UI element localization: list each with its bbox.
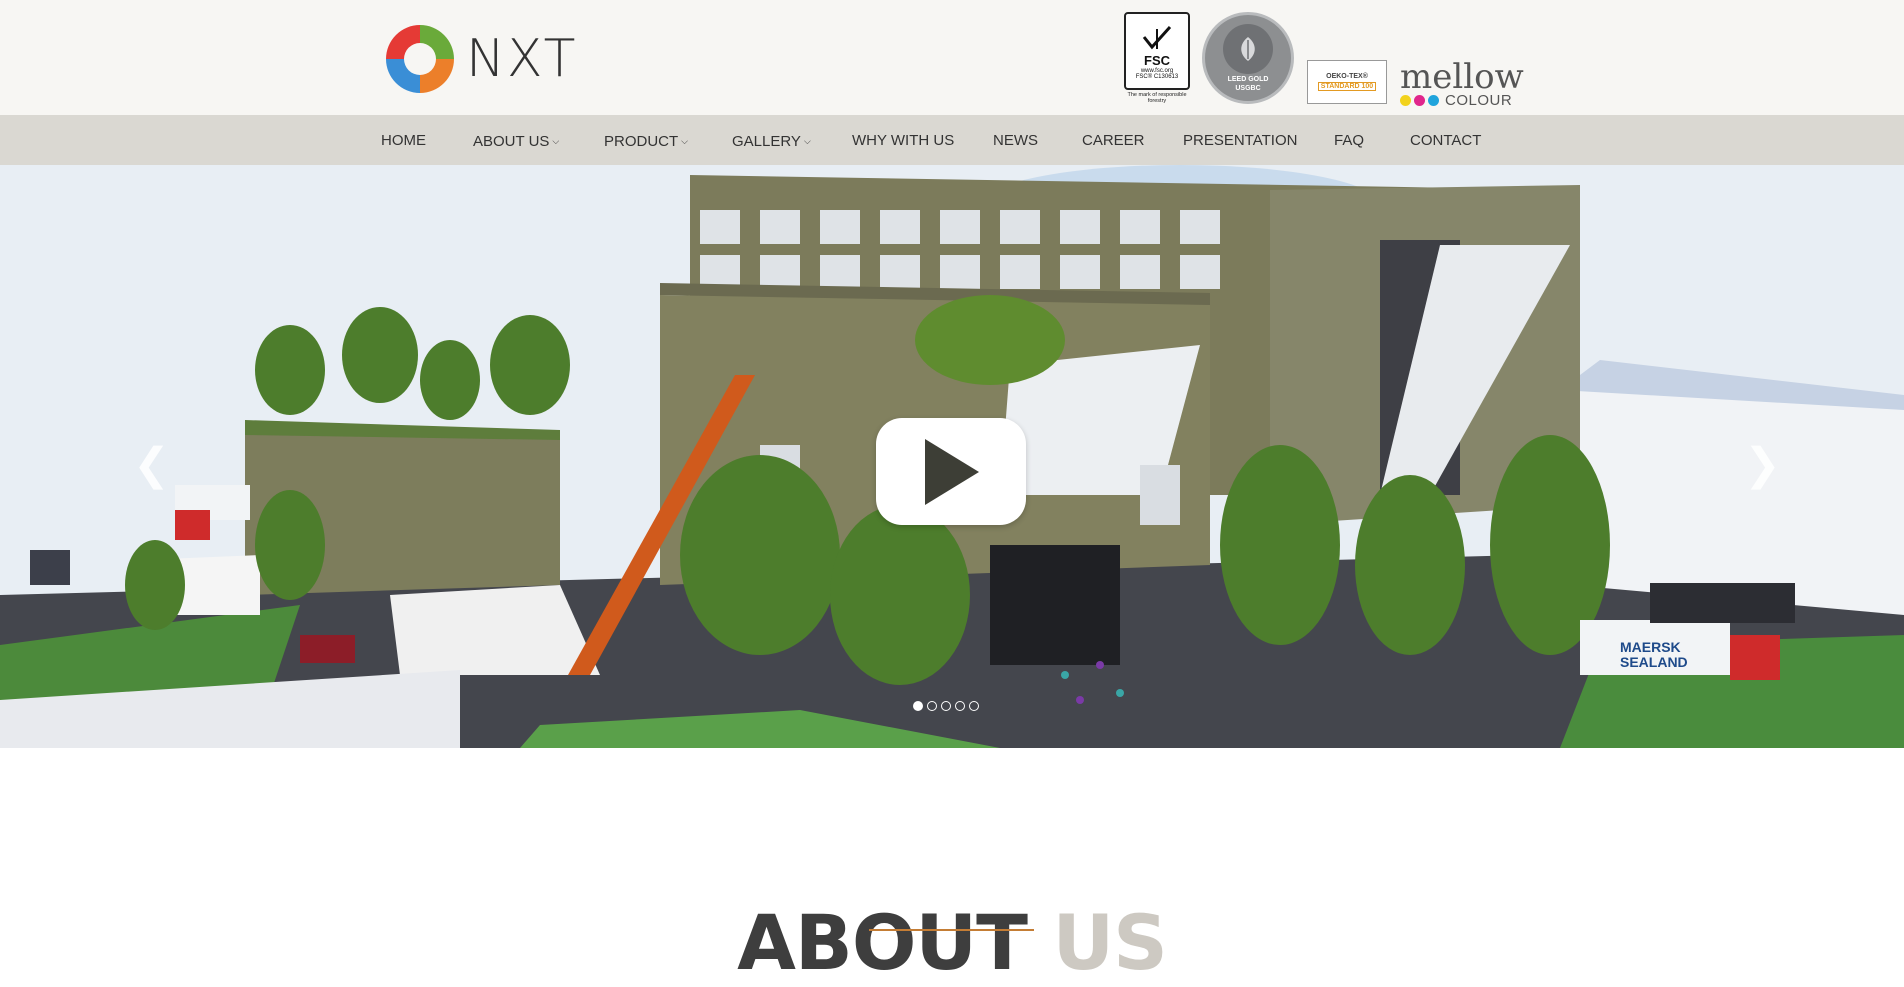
oeko-standard: STANDARD 100	[1317, 82, 1377, 91]
oeko-tex-logo: OEKO-TEX® STANDARD 100	[1307, 60, 1387, 104]
truck-label-sealand: SEALAND	[1620, 654, 1688, 670]
nav-label: PRESENTATION	[1183, 132, 1298, 149]
fsc-logo: FSC www.fsc.org FSC® C130613 The mark of…	[1124, 12, 1190, 106]
nav-item-faq[interactable]: FAQ	[1334, 115, 1364, 165]
logo-mark-icon	[386, 25, 454, 93]
nav-label: GALLERY	[732, 133, 801, 150]
site-header: NXT FSC www.fsc.org FSC® C130613 The mar…	[0, 0, 1904, 115]
leaf-icon	[1241, 37, 1255, 61]
nav-label: CONTACT	[1410, 132, 1482, 149]
next-slide-button[interactable]: ❯	[1744, 443, 1781, 487]
chevron-down-icon: ⌵	[803, 136, 811, 146]
slide-indicator-5[interactable]	[969, 701, 979, 711]
nav-item-career[interactable]: CAREER	[1082, 115, 1145, 165]
nav-item-news[interactable]: NEWS	[993, 115, 1038, 165]
nav-item-presentation[interactable]: PRESENTATION	[1183, 115, 1297, 165]
nav-label: WHY WITH US	[852, 132, 955, 149]
nav-label: FAQ	[1334, 132, 1365, 149]
fsc-code: FSC® C130613	[1135, 73, 1179, 80]
usgbc-logo: LEED GOLD USGBC	[1202, 12, 1294, 104]
brand-logo[interactable]: NXT	[380, 18, 577, 100]
play-video-button[interactable]	[876, 418, 1026, 525]
nav-item-gallery[interactable]: GALLERY ⌵	[732, 115, 811, 165]
slide-indicator-3[interactable]	[941, 701, 951, 711]
cyan-dot-icon	[1428, 95, 1439, 106]
nav-label: ABOUT US	[473, 133, 550, 150]
fsc-caption: The mark of responsible forestry	[1127, 92, 1187, 104]
fsc-label: FSC	[1144, 52, 1170, 68]
magenta-dot-icon	[1414, 95, 1425, 106]
oeko-title: OEKO-TEX®	[1326, 73, 1368, 80]
nav-label: PRODUCT	[604, 133, 679, 150]
nav-item-about-us[interactable]: ABOUT US ⌵	[473, 115, 559, 165]
nav-item-contact[interactable]: CONTACT	[1410, 115, 1481, 165]
brand-name: NXT	[466, 29, 578, 89]
chevron-down-icon: ⌵	[681, 136, 688, 146]
mellow-colour-word: COLOUR	[1445, 92, 1513, 109]
yellow-dot-icon	[1400, 95, 1411, 106]
slide-indicator-4[interactable]	[955, 701, 965, 711]
about-title-part1: ABOUT	[737, 898, 1028, 987]
truck-label-maersk: MAERSK	[1620, 639, 1681, 655]
mellow-colour-logo: mellow COLOUR	[1400, 60, 1524, 109]
prev-slide-button[interactable]: ❮	[133, 443, 170, 487]
play-icon	[925, 438, 979, 505]
nav-label: CAREER	[1082, 132, 1145, 149]
nav-item-home[interactable]: HOME	[381, 115, 426, 165]
slide-indicator-2[interactable]	[927, 701, 937, 711]
nav-label: HOME	[381, 132, 426, 149]
slide-indicator-1[interactable]	[913, 701, 923, 711]
about-heading-underline	[869, 929, 1034, 931]
tree-check-icon	[1142, 25, 1172, 49]
nav-label: NEWS	[993, 132, 1038, 149]
about-title-part2: US	[1052, 898, 1167, 987]
hero-slider: MAERSK SEALAND ❮ ❯	[0, 165, 1904, 748]
chevron-left-icon: ❮	[133, 440, 170, 489]
main-navigation: HOME ABOUT US ⌵ PRODUCT ⌵ GALLERY ⌵ WHY WIT…	[0, 115, 1904, 165]
chevron-down-icon: ⌵	[552, 136, 560, 146]
usgbc-short-text: USGBC	[1235, 85, 1261, 92]
nav-item-product[interactable]: PRODUCT ⌵	[604, 115, 688, 165]
chevron-right-icon: ❯	[1744, 440, 1781, 489]
nav-item-why-with-us[interactable]: WHY WITH US	[852, 115, 954, 165]
slide-indicators	[913, 701, 979, 711]
about-us-heading: ABOUT US	[0, 903, 1904, 983]
mellow-word: mellow	[1400, 57, 1524, 97]
usgbc-leed-text: LEED GOLD	[1227, 76, 1269, 83]
